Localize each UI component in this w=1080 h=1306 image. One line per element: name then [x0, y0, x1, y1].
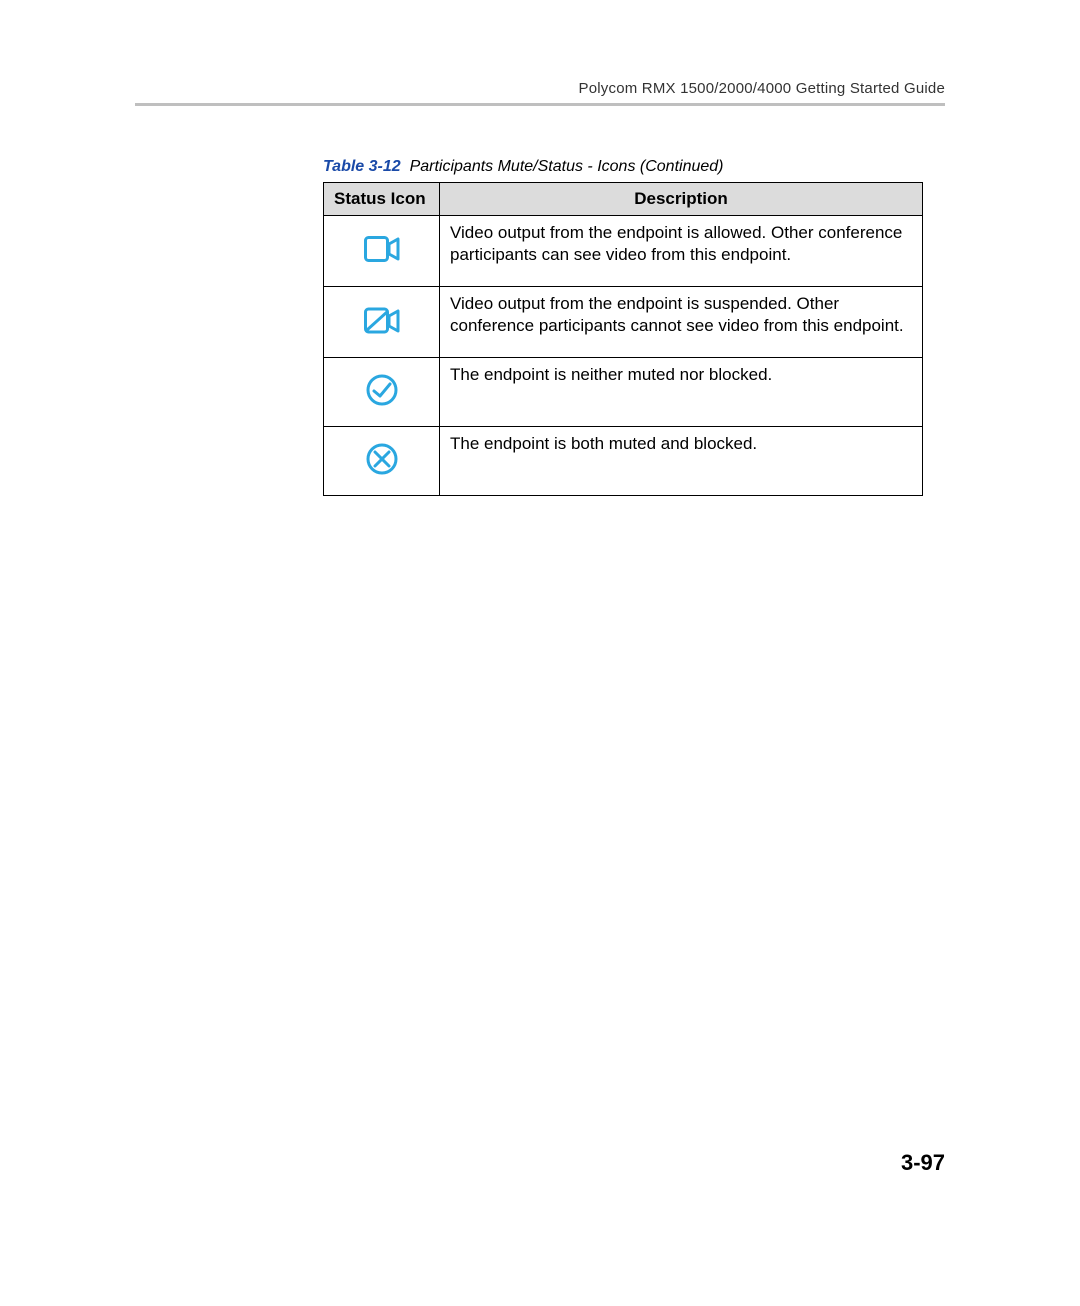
table-header-row: Status Icon Description	[324, 183, 923, 216]
status-icon-cell	[324, 358, 440, 427]
table-caption-title: Participants Mute/Status - Icons (Contin…	[410, 158, 724, 175]
page: Polycom RMX 1500/2000/4000 Getting Start…	[0, 0, 1080, 1306]
not-muted-blocked-icon	[365, 373, 399, 412]
video-allowed-icon	[364, 236, 400, 267]
table-row: Video output from the endpoint is allowe…	[324, 216, 923, 287]
status-icon-cell: im	[324, 427, 440, 496]
table-caption-label: Table 3-12	[323, 158, 401, 175]
status-icon-cell	[324, 287, 440, 358]
header-divider	[135, 103, 945, 106]
column-header-description-text: Description	[634, 189, 728, 208]
video-suspended-icon	[364, 306, 400, 339]
status-icons-table: Status Icon Description	[323, 182, 923, 496]
content-area: Table 3-12 Participants Mute/Status - Ic…	[323, 158, 945, 496]
status-description-cell: Video output from the endpoint is suspen…	[440, 287, 923, 358]
column-header-description: Description	[440, 183, 923, 216]
page-number: 3-97	[901, 1150, 945, 1176]
column-header-icon: Status Icon	[324, 183, 440, 216]
status-description-cell: Video output from the endpoint is allowe…	[440, 216, 923, 287]
column-header-icon-text: Status Icon	[334, 189, 426, 208]
header-title: Polycom RMX 1500/2000/4000 Getting Start…	[135, 80, 945, 97]
table-caption: Table 3-12 Participants Mute/Status - Ic…	[323, 158, 945, 176]
table-row: Video output from the endpoint is suspen…	[324, 287, 923, 358]
table-row: im The endpoint is both muted and blocke…	[324, 427, 923, 496]
status-description-cell: The endpoint is neither muted nor blocke…	[440, 358, 923, 427]
status-icon-cell	[324, 216, 440, 287]
table-row: The endpoint is neither muted nor blocke…	[324, 358, 923, 427]
status-description-cell: The endpoint is both muted and blocked.	[440, 427, 923, 496]
muted-blocked-icon: im	[365, 442, 399, 481]
